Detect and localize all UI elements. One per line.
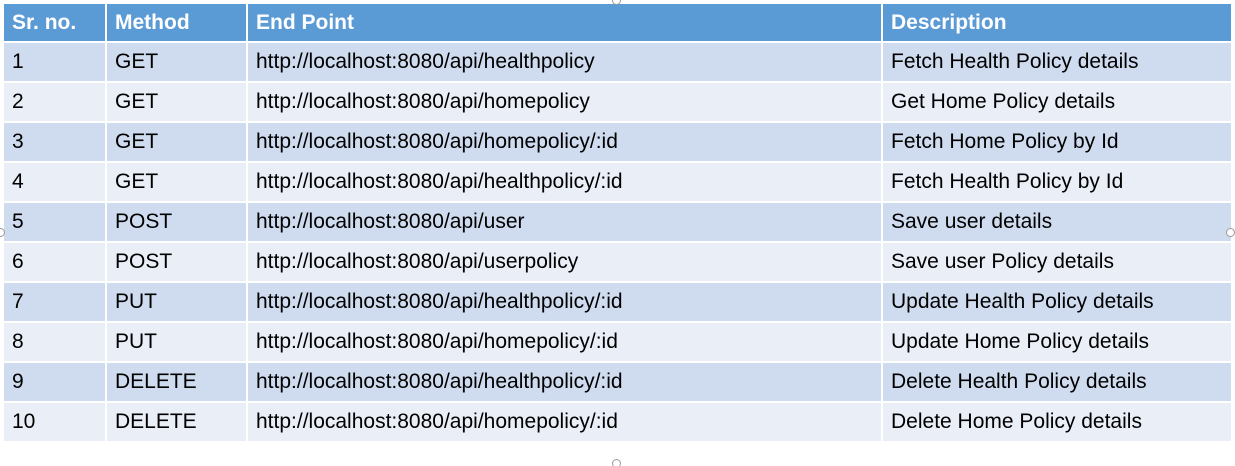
cell-method: GET (105, 161, 248, 203)
cell-method: DELETE (105, 401, 248, 443)
cell-description: Fetch Health Policy details (881, 41, 1233, 83)
table-body: 1 GET http://localhost:8080/api/healthpo… (2, 41, 1233, 443)
table-row: 1 GET http://localhost:8080/api/healthpo… (2, 41, 1233, 83)
cell-description: Fetch Home Policy by Id (881, 121, 1233, 163)
table-header: Sr. no. Method End Point Description (2, 2, 1233, 43)
header-description: Description (881, 2, 1233, 43)
cell-method: GET (105, 41, 248, 83)
header-end-point: End Point (246, 2, 883, 43)
cell-end-point: http://localhost:8080/api/user (246, 201, 883, 243)
cell-description: Delete Health Policy details (881, 361, 1233, 403)
cell-end-point: http://localhost:8080/api/healthpolicy/:… (246, 361, 883, 403)
table-row: 2 GET http://localhost:8080/api/homepoli… (2, 81, 1233, 123)
cell-description: Get Home Policy details (881, 81, 1233, 123)
cell-method: PUT (105, 281, 248, 323)
cell-description: Fetch Health Policy by Id (881, 161, 1233, 203)
resize-handle-right[interactable] (1226, 228, 1235, 237)
cell-description: Save user Policy details (881, 241, 1233, 283)
cell-sr-no: 7 (2, 281, 107, 323)
table-row: 8 PUT http://localhost:8080/api/homepoli… (2, 321, 1233, 363)
resize-handle-bottom[interactable] (612, 459, 621, 466)
table-row: 4 GET http://localhost:8080/api/healthpo… (2, 161, 1233, 203)
cell-end-point: http://localhost:8080/api/userpolicy (246, 241, 883, 283)
header-sr-no: Sr. no. (2, 2, 107, 43)
cell-end-point: http://localhost:8080/api/homepolicy (246, 81, 883, 123)
cell-description: Update Health Policy details (881, 281, 1233, 323)
api-endpoints-table: Sr. no. Method End Point Description 1 G… (2, 2, 1233, 443)
table-frame[interactable]: Sr. no. Method End Point Description 1 G… (0, 0, 1235, 466)
table-row: 3 GET http://localhost:8080/api/homepoli… (2, 121, 1233, 163)
cell-end-point: http://localhost:8080/api/healthpolicy/:… (246, 281, 883, 323)
table-row: 7 PUT http://localhost:8080/api/healthpo… (2, 281, 1233, 323)
cell-description: Update Home Policy details (881, 321, 1233, 363)
table-row: 10 DELETE http://localhost:8080/api/home… (2, 401, 1233, 443)
cell-method: POST (105, 201, 248, 243)
cell-end-point: http://localhost:8080/api/homepolicy/:id (246, 401, 883, 443)
cell-sr-no: 1 (2, 41, 107, 83)
cell-sr-no: 8 (2, 321, 107, 363)
cell-method: POST (105, 241, 248, 283)
header-row: Sr. no. Method End Point Description (2, 2, 1233, 43)
table-row: 6 POST http://localhost:8080/api/userpol… (2, 241, 1233, 283)
cell-description: Save user details (881, 201, 1233, 243)
header-method: Method (105, 2, 248, 43)
cell-end-point: http://localhost:8080/api/homepolicy/:id (246, 321, 883, 363)
cell-end-point: http://localhost:8080/api/homepolicy/:id (246, 121, 883, 163)
cell-description: Delete Home Policy details (881, 401, 1233, 443)
cell-end-point: http://localhost:8080/api/healthpolicy/:… (246, 161, 883, 203)
cell-method: DELETE (105, 361, 248, 403)
table-row: 5 POST http://localhost:8080/api/user Sa… (2, 201, 1233, 243)
cell-sr-no: 2 (2, 81, 107, 123)
table-row: 9 DELETE http://localhost:8080/api/healt… (2, 361, 1233, 403)
cell-method: GET (105, 81, 248, 123)
cell-sr-no: 4 (2, 161, 107, 203)
cell-sr-no: 10 (2, 401, 107, 443)
cell-sr-no: 9 (2, 361, 107, 403)
cell-sr-no: 3 (2, 121, 107, 163)
cell-end-point: http://localhost:8080/api/healthpolicy (246, 41, 883, 83)
cell-method: GET (105, 121, 248, 163)
cell-method: PUT (105, 321, 248, 363)
cell-sr-no: 5 (2, 201, 107, 243)
cell-sr-no: 6 (2, 241, 107, 283)
